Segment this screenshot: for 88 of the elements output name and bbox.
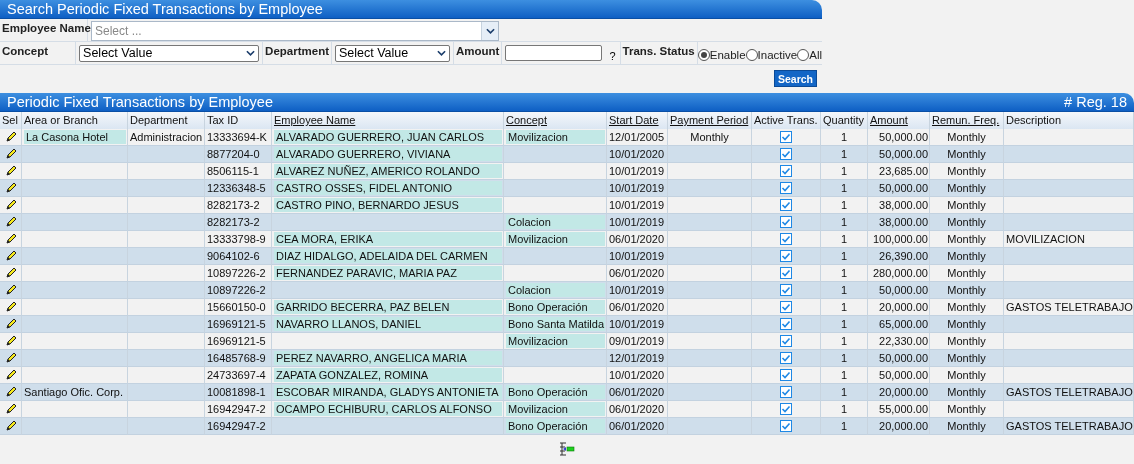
table-cell: DIAZ HIDALGO, ADELAIDA DEL CARMEN (272, 248, 504, 265)
chevron-icon (485, 28, 495, 34)
table-cell: La Casona Hotel (22, 129, 128, 146)
table-cell: OCAMPO ECHIBURU, CARLOS ALFONSO (272, 401, 504, 418)
field-label: Amount (454, 42, 503, 64)
table-cell: PEREZ NAVARRO, ANGELICA MARIA (272, 350, 504, 367)
status-radio[interactable]: All (797, 46, 822, 64)
active-checkbox[interactable] (780, 182, 792, 194)
concept-select[interactable]: Select Value (79, 44, 260, 62)
table-cell: 16942947-2 (205, 418, 272, 435)
active-checkbox[interactable] (780, 386, 792, 398)
panel-title: Search Periodic Fixed Transactions by Employee (7, 1, 323, 17)
table-cell: Movilizacion (504, 129, 607, 146)
pencil-icon[interactable] (4, 403, 17, 415)
table-cell: GARRIDO BECERRA, PAZ BELEN (272, 299, 504, 316)
active-checkbox[interactable] (780, 335, 792, 347)
active-checkbox[interactable] (780, 352, 792, 364)
record-count: # Reg. 18 (1064, 94, 1127, 110)
table-cell: Colacion (504, 282, 607, 299)
table-cell: FERNANDEZ PARAVIC, MARIA PAZ (272, 265, 504, 282)
amount-field[interactable] (505, 45, 603, 61)
table-cell: Bono Operación (504, 418, 607, 435)
table-cell: Bono Operación (504, 299, 607, 316)
pencil-icon[interactable] (4, 199, 17, 211)
table-cell: NAVARRO LLANOS, DANIEL (272, 316, 504, 333)
table-cell: ZAPATA GONZALEZ, ROMINA (272, 367, 504, 384)
table-cell: Monthly (930, 418, 1004, 435)
active-checkbox[interactable] (780, 301, 792, 313)
pencil-icon[interactable] (4, 284, 17, 296)
table-cell: Bono Operación (504, 384, 607, 401)
active-checkbox[interactable] (780, 165, 792, 177)
table-cell: GASTOS TELETRABAJO (1004, 418, 1134, 435)
active-checkbox[interactable] (780, 420, 792, 432)
table-cell: 1 (821, 418, 868, 435)
active-checkbox[interactable] (780, 403, 792, 415)
table-cell: Bono Santa Matilda (504, 316, 607, 333)
pencil-icon[interactable] (4, 352, 17, 364)
help-mark: ? (608, 50, 617, 62)
table-cell: ALVARADO GUERRERO, VIVIANA (272, 146, 504, 163)
pencil-icon[interactable] (4, 182, 17, 194)
table-cell: ALVARADO GUERRERO, JUAN CARLOS (272, 129, 504, 146)
status-radio[interactable]: Inactive (745, 46, 798, 64)
status-radio[interactable]: Enable (697, 46, 746, 64)
active-checkbox[interactable] (780, 199, 792, 211)
table-cell: Colacion (504, 214, 607, 231)
chevron-icon (437, 50, 446, 56)
active-checkbox[interactable] (780, 369, 792, 381)
field-label: Trans. Status (620, 42, 698, 64)
field-label: Concept (0, 42, 77, 64)
pencil-icon[interactable] (4, 267, 17, 279)
pencil-icon[interactable] (4, 386, 17, 398)
field-label: Department (263, 42, 332, 64)
table-cell: 20,000.00 (868, 418, 930, 435)
table-title: Periodic Fixed Transactions by Employee (7, 94, 273, 110)
table-cell: Movilizacion (504, 231, 607, 248)
active-checkbox[interactable] (780, 131, 792, 143)
pencil-icon[interactable] (4, 131, 17, 143)
table-cell: Movilizacion (504, 401, 607, 418)
active-checkbox[interactable] (780, 267, 792, 279)
pencil-icon[interactable] (4, 165, 17, 177)
active-checkbox[interactable] (780, 216, 792, 228)
employee-name-field[interactable]: Select ... (91, 21, 499, 41)
active-checkbox[interactable] (780, 233, 792, 245)
pencil-icon[interactable] (4, 148, 17, 160)
table-cell: CASTRO OSSES, FIDEL ANTONIO (272, 180, 504, 197)
pencil-icon[interactable] (4, 335, 17, 347)
active-checkbox[interactable] (780, 318, 792, 330)
chevron-icon (246, 50, 256, 56)
pencil-icon[interactable] (4, 301, 17, 313)
pencil-icon[interactable] (4, 216, 17, 228)
table-cell: Movilizacion (504, 333, 607, 350)
table-cell: ESCOBAR MIRANDA, GLADYS ANTONIETA (272, 384, 504, 401)
table-cell: CASTRO PINO, BERNARDO JESUS (272, 197, 504, 214)
pencil-icon[interactable] (4, 233, 17, 245)
table-cell: ALVAREZ NUÑEZ, AMERICO ROLANDO (272, 163, 504, 180)
search-button[interactable]: Search (773, 70, 817, 87)
pencil-icon[interactable] (4, 250, 17, 262)
dropdown-button[interactable] (481, 22, 498, 40)
pencil-icon[interactable] (4, 369, 17, 381)
department-select[interactable]: Select Value (335, 44, 450, 62)
table-cell: 06/01/2020 (607, 418, 668, 435)
active-checkbox[interactable] (780, 284, 792, 296)
active-checkbox[interactable] (780, 250, 792, 262)
active-checkbox[interactable] (780, 148, 792, 160)
collapse-icon[interactable] (559, 442, 575, 456)
table-cell: CEA MORA, ERIKA (272, 231, 504, 248)
pencil-icon[interactable] (4, 420, 17, 432)
pencil-icon[interactable] (4, 318, 17, 330)
